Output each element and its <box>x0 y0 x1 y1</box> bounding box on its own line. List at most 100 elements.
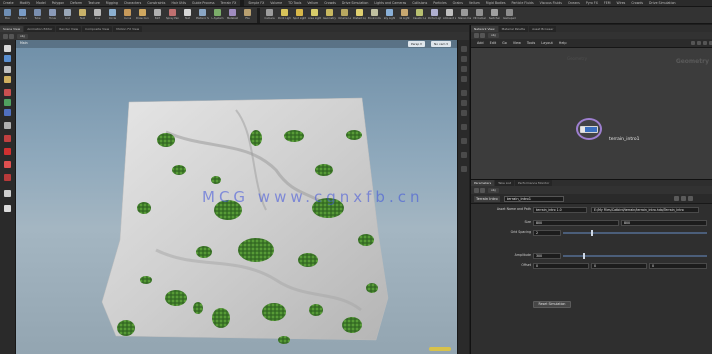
shelf-tool-button[interactable]: Sky Light <box>383 8 396 23</box>
shelf-tool-button[interactable]: VR Camera <box>473 8 486 23</box>
shelf-tool-button[interactable]: Box <box>1 8 14 23</box>
terrain-node[interactable] <box>576 118 608 140</box>
shelf-tab[interactable]: Deform <box>67 0 85 6</box>
size-x-field[interactable]: 800 <box>533 220 619 226</box>
shelf-tool-button[interactable]: L-System <box>211 8 224 23</box>
shelf-tool-button[interactable]: Platonic Solids <box>196 8 209 23</box>
shelf-tab[interactable]: Oceans <box>565 0 583 6</box>
grid-spacing-slider-handle[interactable] <box>591 230 593 236</box>
shelf-tab[interactable]: Characters <box>121 0 144 6</box>
shelf-tool-button[interactable]: Ambient Light <box>443 8 456 23</box>
shelf-tool-button[interactable]: Gamepad Camera <box>503 8 516 23</box>
measure-tool-icon[interactable] <box>4 161 11 168</box>
gear-icon[interactable] <box>703 41 707 45</box>
scene-path-chip[interactable]: obj <box>17 33 28 39</box>
shelf-tool-button[interactable]: Area Light <box>308 8 321 23</box>
network-path-chip[interactable]: obj <box>488 33 499 38</box>
shelf-tab[interactable]: Polygon <box>49 0 68 6</box>
shelf-tool-button[interactable]: Stereo Camera <box>458 8 471 23</box>
shelf-tool-button[interactable]: Metaball <box>226 8 239 23</box>
shelf-tool-button[interactable]: Camera <box>263 8 276 23</box>
shelf-tab[interactable]: Model <box>33 0 49 6</box>
size-y-field[interactable]: 800 <box>621 220 707 226</box>
snap-tool-icon[interactable] <box>4 148 11 155</box>
shelf-tool-button[interactable]: Portal Light <box>428 8 441 23</box>
shelf-tab[interactable]: Particles <box>430 0 449 6</box>
shelf-tab[interactable]: Create <box>0 0 17 6</box>
grid-spacing-slider[interactable] <box>563 232 707 234</box>
lighting-icon[interactable] <box>461 76 467 82</box>
shelf-tool-button[interactable]: Grid <box>61 8 74 23</box>
shelf-tab[interactable]: Rigid Bodies <box>483 0 509 6</box>
network-menu-item[interactable]: Help <box>559 41 567 45</box>
brush-tool-icon[interactable] <box>4 135 11 142</box>
network-editor[interactable]: Geometry Geometry terrain_intro1 <box>471 48 712 179</box>
shelf-tool-button[interactable]: Caustic Light <box>413 8 426 23</box>
shelf-tab[interactable]: Viscous Fluids <box>537 0 565 6</box>
shelf-tool-button[interactable]: Text <box>181 8 194 23</box>
scale-tool-icon[interactable] <box>4 109 11 116</box>
shelf-tab[interactable]: Terrain FX <box>218 0 240 6</box>
grid-spacing-field[interactable]: 2 <box>533 230 561 236</box>
shelf-tool-button[interactable]: Spray Paint <box>166 8 179 23</box>
network-menu-item[interactable]: Go <box>502 41 507 45</box>
forward-icon[interactable] <box>480 33 485 38</box>
amplitude-field[interactable]: 300 <box>533 253 561 259</box>
info-icon[interactable] <box>687 196 693 201</box>
shelf-tab[interactable]: Drive Simulation <box>646 0 679 6</box>
ghost-icon[interactable] <box>461 90 467 96</box>
shelf-tab[interactable]: Modify <box>17 0 34 6</box>
shelf-tab[interactable]: Texture <box>85 0 103 6</box>
shelf-tab[interactable]: Particle Fluids <box>509 0 537 6</box>
network-menu-item[interactable]: Add <box>477 41 484 45</box>
display-options-icon[interactable] <box>461 46 467 52</box>
offset-z-field[interactable]: 0 <box>649 263 707 269</box>
3d-viewport[interactable]: Main Persp ▾ No cam ▾ MCG www.cgnxfb.cn <box>16 40 457 354</box>
shelf-tab[interactable]: Rigging <box>103 0 121 6</box>
render-region-icon[interactable] <box>4 205 11 212</box>
shelf-tab[interactable]: Wires <box>613 0 628 6</box>
param-path-chip[interactable]: obj <box>488 187 499 193</box>
node-name-input[interactable] <box>503 195 564 202</box>
reset-simulation-button[interactable]: Reset Simulation <box>533 301 571 308</box>
rotate-tool-icon[interactable] <box>4 99 11 106</box>
shelf-tool-button[interactable]: Path <box>151 8 164 23</box>
shelf-tool-button[interactable]: Volume Light <box>338 8 351 23</box>
camera-tool-icon[interactable] <box>4 190 11 197</box>
normals-display-icon[interactable] <box>461 110 467 116</box>
snapshot-icon[interactable] <box>461 166 467 172</box>
grid-display-icon[interactable] <box>461 124 467 130</box>
safe-area-icon[interactable] <box>461 152 467 158</box>
shelf-tool-button[interactable]: Draw Curve <box>136 8 149 23</box>
forward-icon[interactable] <box>9 33 14 39</box>
offset-x-field[interactable]: 0 <box>533 263 589 269</box>
network-menu-item[interactable]: Tools <box>527 41 535 45</box>
back-icon[interactable] <box>3 33 8 39</box>
shelf-tab[interactable]: Simple FX <box>245 0 267 6</box>
background-icon[interactable] <box>461 138 467 144</box>
points-display-icon[interactable] <box>461 100 467 106</box>
shelf-tab[interactable]: Volume <box>267 0 285 6</box>
network-menu-item[interactable]: View <box>513 41 521 45</box>
back-icon[interactable] <box>474 187 479 193</box>
shelf-tab[interactable]: Crowds <box>628 0 646 6</box>
node-name-label[interactable]: terrain_intro1 <box>609 137 640 142</box>
shelf-tab[interactable]: Vellum <box>304 0 321 6</box>
shelf-tool-button[interactable]: Null <box>76 8 89 23</box>
shelf-tool-button[interactable]: Circle <box>106 8 119 23</box>
shelf-tool-button[interactable]: Sphere <box>16 8 29 23</box>
pose-tool-icon[interactable] <box>4 122 11 129</box>
network-menu-item[interactable]: Edit <box>490 41 497 45</box>
move-tool-icon[interactable] <box>4 89 11 96</box>
shelf-tab[interactable]: TD Tools <box>285 0 304 6</box>
shelf-tool-button[interactable]: GI Light <box>398 8 411 23</box>
shelf-tab[interactable]: Pyro FX <box>583 0 601 6</box>
asset-version-field[interactable]: terrain_intro 1.0 <box>533 207 587 213</box>
forward-icon[interactable] <box>480 187 485 193</box>
shelf-tool-button[interactable]: Curve <box>121 8 134 23</box>
handle-tool-icon[interactable] <box>4 76 11 83</box>
select-tool-icon[interactable] <box>4 45 11 52</box>
shelf-tab[interactable]: FEM <box>601 0 614 6</box>
magnet-tool-icon[interactable] <box>4 174 11 181</box>
back-icon[interactable] <box>474 33 479 38</box>
